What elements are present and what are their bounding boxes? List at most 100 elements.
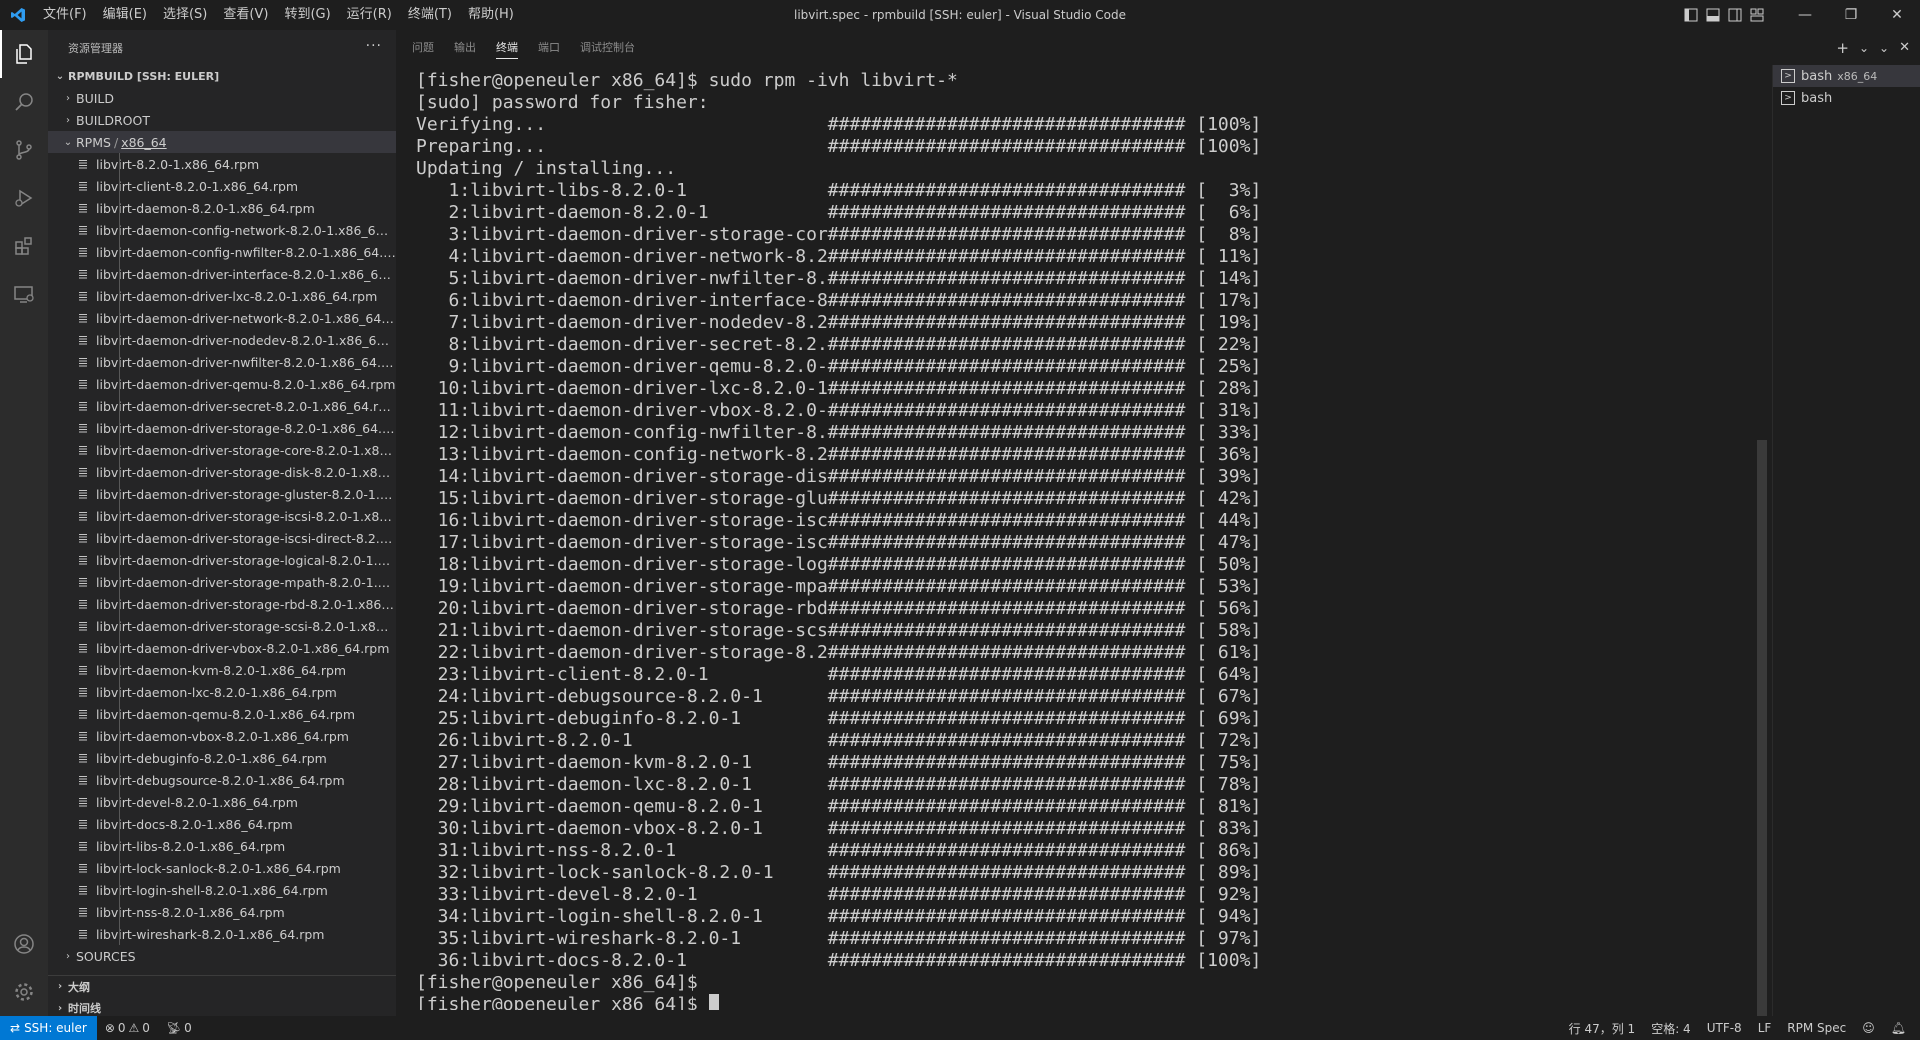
- menu-file[interactable]: 文件(F): [35, 0, 95, 30]
- end-of-line[interactable]: LF: [1750, 1021, 1780, 1035]
- settings-gear-icon[interactable]: [0, 968, 48, 1016]
- file-item[interactable]: libvirt-daemon-driver-qemu-8.2.0-1.x86_6…: [48, 373, 396, 395]
- remote-explorer-icon[interactable]: [0, 270, 48, 318]
- tab-terminal[interactable]: 终端: [496, 30, 518, 65]
- encoding[interactable]: UTF-8: [1699, 1021, 1750, 1035]
- file-item[interactable]: libvirt-debugsource-8.2.0-1.x86_64.rpm: [48, 769, 396, 791]
- extensions-icon[interactable]: [0, 222, 48, 270]
- file-item[interactable]: libvirt-daemon-driver-storage-iscsi-dire…: [48, 527, 396, 549]
- file-item[interactable]: libvirt-daemon-driver-lxc-8.2.0-1.x86_64…: [48, 285, 396, 307]
- file-item[interactable]: libvirt-daemon-lxc-8.2.0-1.x86_64.rpm: [48, 681, 396, 703]
- file-item[interactable]: libvirt-devel-8.2.0-1.x86_64.rpm: [48, 791, 396, 813]
- language-mode[interactable]: RPM Spec: [1779, 1021, 1854, 1035]
- file-item[interactable]: libvirt-daemon-driver-interface-8.2.0-1.…: [48, 263, 396, 285]
- menu-view[interactable]: 查看(V): [215, 0, 276, 30]
- terminal-item[interactable]: > bash: [1773, 87, 1920, 109]
- menu-go[interactable]: 转到(G): [276, 0, 338, 30]
- file-item[interactable]: libvirt-daemon-driver-nodedev-8.2.0-1.x8…: [48, 329, 396, 351]
- terminal-line: [fisher@openeuler x86_64]$ sudo rpm -ivh…: [416, 70, 1736, 92]
- file-item[interactable]: libvirt-client-8.2.0-1.x86_64.rpm: [48, 175, 396, 197]
- collapse-panel-icon[interactable]: ⌄: [1879, 41, 1889, 55]
- problems-indicator[interactable]: ⊗ 0 ⚠ 0: [97, 1021, 158, 1035]
- customize-layout-icon[interactable]: [1746, 0, 1768, 30]
- tab-output[interactable]: 输出: [454, 30, 476, 65]
- tab-problems[interactable]: 问题: [412, 30, 434, 65]
- terminal-line-text: 32:libvirt-lock-sanlock-8.2.0-1 ########…: [416, 862, 1262, 883]
- file-item[interactable]: libvirt-libs-8.2.0-1.x86_64.rpm: [48, 835, 396, 857]
- file-item[interactable]: libvirt-daemon-driver-storage-iscsi-8.2.…: [48, 505, 396, 527]
- accounts-icon[interactable]: [0, 920, 48, 968]
- menu-selection[interactable]: 选择(S): [155, 0, 215, 30]
- terminal-output[interactable]: [fisher@openeuler x86_64]$ sudo rpm -ivh…: [416, 70, 1736, 1010]
- ports-indicator[interactable]: 📡︎ 0: [158, 1021, 200, 1035]
- source-control-icon[interactable]: [0, 126, 48, 174]
- outline-section[interactable]: › 大纲: [48, 975, 396, 997]
- tab-ports[interactable]: 端口: [538, 30, 560, 65]
- explorer-icon[interactable]: [0, 30, 48, 78]
- file-item[interactable]: libvirt-daemon-driver-storage-mpath-8.2.…: [48, 571, 396, 593]
- feedback-icon[interactable]: ☺: [1854, 1021, 1883, 1035]
- file-item[interactable]: libvirt-daemon-driver-vbox-8.2.0-1.x86_6…: [48, 637, 396, 659]
- terminal-line: 23:libvirt-client-8.2.0-1 ##############…: [416, 664, 1736, 686]
- terminal-scrollbar[interactable]: [1757, 440, 1767, 1016]
- notifications-bell-icon[interactable]: 🔔︎: [1883, 1021, 1914, 1035]
- close-panel-icon[interactable]: ✕: [1899, 40, 1910, 55]
- file-item[interactable]: libvirt-daemon-driver-network-8.2.0-1.x8…: [48, 307, 396, 329]
- menu-edit[interactable]: 编辑(E): [95, 0, 155, 30]
- minimize-button[interactable]: —: [1782, 0, 1828, 30]
- close-button[interactable]: ✕: [1874, 0, 1920, 30]
- folder-buildroot[interactable]: › BUILDROOT: [48, 109, 396, 131]
- terminal-dropdown-icon[interactable]: ⌄: [1859, 41, 1869, 55]
- chevron-right-icon: ›: [66, 950, 70, 962]
- folder-sources[interactable]: › SOURCES: [48, 945, 396, 967]
- file-item[interactable]: libvirt-daemon-driver-storage-8.2.0-1.x8…: [48, 417, 396, 439]
- file-item[interactable]: libvirt-daemon-driver-storage-logical-8.…: [48, 549, 396, 571]
- more-actions-icon[interactable]: ···: [366, 38, 382, 54]
- file-item[interactable]: libvirt-daemon-driver-nwfilter-8.2.0-1.x…: [48, 351, 396, 373]
- run-debug-icon[interactable]: [0, 174, 48, 222]
- remote-indicator[interactable]: ⇄ SSH: euler: [0, 1016, 97, 1040]
- terminal-line-text: 1:libvirt-libs-8.2.0-1 #################…: [416, 180, 1262, 201]
- file-lines-icon: [76, 641, 90, 655]
- menu-help[interactable]: 帮助(H): [460, 0, 522, 30]
- file-item[interactable]: libvirt-daemon-8.2.0-1.x86_64.rpm: [48, 197, 396, 219]
- folder-build[interactable]: › BUILD: [48, 87, 396, 109]
- toggle-panel-icon[interactable]: [1702, 0, 1724, 30]
- file-item[interactable]: libvirt-daemon-driver-secret-8.2.0-1.x86…: [48, 395, 396, 417]
- file-item[interactable]: libvirt-wireshark-8.2.0-1.x86_64.rpm: [48, 923, 396, 945]
- file-item[interactable]: libvirt-login-shell-8.2.0-1.x86_64.rpm: [48, 879, 396, 901]
- file-item[interactable]: libvirt-daemon-config-network-8.2.0-1.x8…: [48, 219, 396, 241]
- terminal-item[interactable]: > bash x86_64: [1773, 65, 1920, 87]
- file-item[interactable]: libvirt-daemon-driver-storage-scsi-8.2.0…: [48, 615, 396, 637]
- file-item[interactable]: libvirt-daemon-driver-storage-core-8.2.0…: [48, 439, 396, 461]
- file-item[interactable]: libvirt-daemon-driver-storage-disk-8.2.0…: [48, 461, 396, 483]
- file-item[interactable]: libvirt-daemon-qemu-8.2.0-1.x86_64.rpm: [48, 703, 396, 725]
- new-terminal-icon[interactable]: +: [1836, 39, 1849, 57]
- toggle-secondary-sidebar-icon[interactable]: [1724, 0, 1746, 30]
- cursor-position[interactable]: 行 47，列 1: [1561, 1020, 1644, 1037]
- file-item[interactable]: libvirt-daemon-driver-storage-gluster-8.…: [48, 483, 396, 505]
- tab-debug-console[interactable]: 调试控制台: [580, 30, 635, 65]
- file-item[interactable]: libvirt-daemon-config-nwfilter-8.2.0-1.x…: [48, 241, 396, 263]
- file-item[interactable]: libvirt-daemon-vbox-8.2.0-1.x86_64.rpm: [48, 725, 396, 747]
- workspace-section[interactable]: ⌄ RPMBUILD [SSH: EULER]: [48, 65, 396, 87]
- file-lines-icon: [76, 487, 90, 501]
- file-item[interactable]: libvirt-daemon-kvm-8.2.0-1.x86_64.rpm: [48, 659, 396, 681]
- folder-rpms-x86-64[interactable]: ⌄ RPMS / x86_64: [48, 131, 396, 153]
- file-label: libvirt-daemon-lxc-8.2.0-1.x86_64.rpm: [96, 684, 337, 700]
- file-item[interactable]: libvirt-debuginfo-8.2.0-1.x86_64.rpm: [48, 747, 396, 769]
- file-item[interactable]: libvirt-lock-sanlock-8.2.0-1.x86_64.rpm: [48, 857, 396, 879]
- toggle-sidebar-icon[interactable]: [1680, 0, 1702, 30]
- terminal-line: [sudo] password for fisher:: [416, 92, 1736, 114]
- error-count: 0: [117, 1021, 126, 1035]
- terminal-icon: >: [1781, 69, 1795, 83]
- menu-terminal[interactable]: 终端(T): [400, 0, 460, 30]
- restore-button[interactable]: ❐: [1828, 0, 1874, 30]
- indentation[interactable]: 空格: 4: [1643, 1020, 1699, 1037]
- file-item[interactable]: libvirt-8.2.0-1.x86_64.rpm: [48, 153, 396, 175]
- file-item[interactable]: libvirt-daemon-driver-storage-rbd-8.2.0-…: [48, 593, 396, 615]
- search-icon[interactable]: [0, 78, 48, 126]
- file-item[interactable]: libvirt-nss-8.2.0-1.x86_64.rpm: [48, 901, 396, 923]
- menu-run[interactable]: 运行(R): [339, 0, 400, 30]
- file-item[interactable]: libvirt-docs-8.2.0-1.x86_64.rpm: [48, 813, 396, 835]
